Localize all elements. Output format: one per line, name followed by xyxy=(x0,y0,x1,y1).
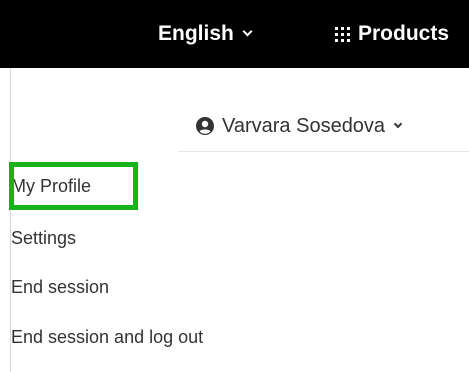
menu-item-settings[interactable]: Settings xyxy=(11,228,76,249)
grid-icon xyxy=(335,26,350,42)
menu-item-end-session-log-out[interactable]: End session and log out xyxy=(11,327,203,348)
top-navigation-bar: English Products xyxy=(0,0,469,68)
menu-divider xyxy=(178,151,469,152)
chevron-down-icon xyxy=(393,119,403,129)
menu-item-end-session[interactable]: End session xyxy=(11,277,109,298)
user-menu-button[interactable]: Varvara Sosedova xyxy=(196,113,403,139)
chevron-down-icon xyxy=(242,26,253,37)
language-selector-button[interactable]: English xyxy=(158,20,253,48)
user-name: Varvara Sosedova xyxy=(222,114,386,137)
products-button[interactable]: Products xyxy=(335,20,449,48)
menu-item-my-profile[interactable]: My Profile xyxy=(11,176,91,197)
user-circle-icon xyxy=(196,117,214,135)
language-label: English xyxy=(158,22,234,45)
products-label: Products xyxy=(358,22,450,45)
